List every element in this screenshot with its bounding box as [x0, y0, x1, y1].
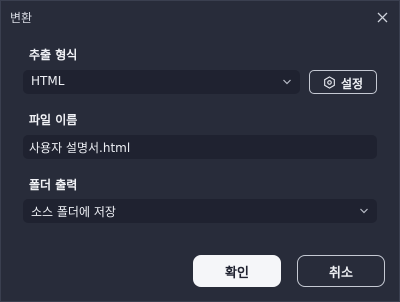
output-folder-select[interactable]: 소스 폴더에 저장: [23, 199, 377, 223]
ok-button[interactable]: 확인: [193, 255, 281, 287]
title-bar: 변환: [1, 1, 399, 33]
format-label: 추출 형식: [29, 48, 78, 62]
settings-button-label: 설정: [341, 77, 364, 91]
format-select-value: HTML: [31, 74, 65, 88]
hexagon-settings-icon: [324, 76, 335, 89]
filename-input-value: 사용자 설명서.html: [29, 141, 131, 155]
chevron-down-icon: [283, 79, 291, 85]
convert-dialog: 변환 추출 형식 HTML 설정 파일 이름 사용자 설명서.html 폴더 출…: [0, 0, 400, 302]
format-select[interactable]: HTML: [23, 70, 300, 94]
close-icon: [377, 12, 387, 22]
cancel-button[interactable]: 취소: [297, 255, 385, 287]
dialog-title: 변환: [10, 11, 33, 25]
output-folder-label: 폴더 출력: [29, 178, 78, 192]
settings-button[interactable]: 설정: [309, 70, 377, 94]
chevron-down-icon: [360, 208, 368, 214]
filename-label: 파일 이름: [29, 113, 78, 127]
output-folder-select-value: 소스 폴더에 저장: [31, 205, 116, 219]
filename-input[interactable]: 사용자 설명서.html: [23, 135, 377, 159]
close-button[interactable]: [373, 8, 391, 26]
